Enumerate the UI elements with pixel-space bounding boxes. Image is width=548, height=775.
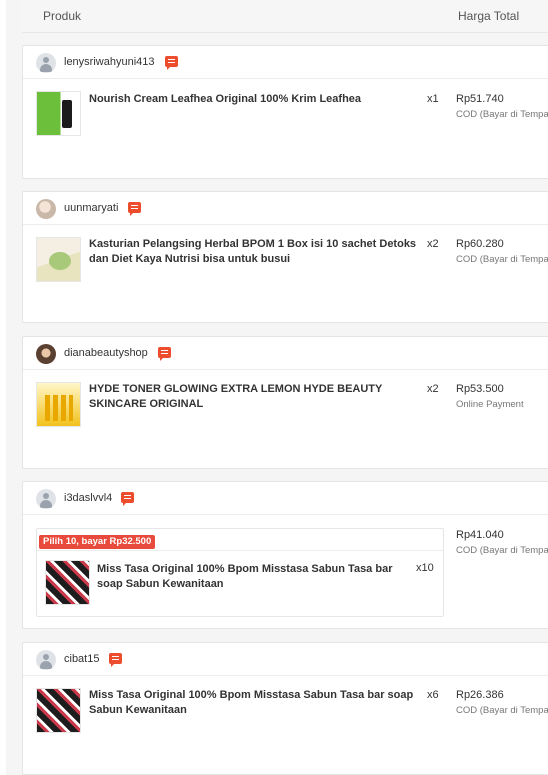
product-thumbnail[interactable] (36, 237, 81, 282)
product-name[interactable]: Kasturian Pelangsing Herbal BPOM 1 Box i… (89, 237, 429, 267)
order-card: uunmaryati Kasturian Pelangsing Herbal B… (22, 191, 548, 323)
chat-icon[interactable] (158, 347, 171, 361)
product-thumbnail[interactable] (36, 91, 81, 136)
avatar (36, 53, 56, 73)
product-quantity: x10 (416, 562, 434, 574)
order-total-price: Rp41.040 (456, 529, 504, 541)
order-total-price: Rp26.386 (456, 689, 504, 701)
payment-method: COD (Bayar di Tempat) (456, 705, 548, 716)
avatar (36, 199, 56, 219)
product-name[interactable]: HYDE TONER GLOWING EXTRA LEMON HYDE BEAU… (89, 382, 429, 412)
buyer-username[interactable]: lenysriwahyuni413 (64, 56, 155, 68)
bundle-deal-badge: Pilih 10, bayar Rp32.500 (39, 535, 156, 549)
avatar (36, 489, 56, 509)
order-card-header: uunmaryati (23, 192, 548, 225)
chat-icon[interactable] (109, 653, 122, 667)
order-card: cibat15 Miss Tasa Original 100% Bpom Mis… (22, 642, 548, 775)
order-card-header: cibat15 (23, 643, 548, 676)
avatar (36, 344, 56, 364)
bundle-deal-box: Pilih 10, bayar Rp32.500 Miss Tasa Origi… (36, 528, 444, 617)
avatar (36, 650, 56, 670)
order-total-price: Rp51.740 (456, 93, 504, 105)
buyer-username[interactable]: uunmaryati (64, 202, 118, 214)
product-name[interactable]: Miss Tasa Original 100% Bpom Misstasa Sa… (89, 688, 423, 718)
product-thumbnail[interactable] (36, 382, 81, 427)
chat-icon[interactable] (165, 56, 178, 70)
order-card-header: dianabeautyshop (23, 337, 548, 370)
product-thumbnail[interactable] (36, 688, 81, 733)
payment-method: COD (Bayar di Tempat) (456, 109, 548, 120)
order-card: i3daslvvl4 Pilih 10, bayar Rp32.500 Miss… (22, 481, 548, 629)
product-name[interactable]: Miss Tasa Original 100% Bpom Misstasa Sa… (97, 562, 413, 592)
payment-method: COD (Bayar di Tempat) (456, 545, 548, 556)
order-card: dianabeautyshop HYDE TONER GLOWING EXTRA… (22, 336, 548, 469)
payment-method: COD (Bayar di Tempat) (456, 254, 548, 265)
order-card: lenysriwahyuni413 Nourish Cream Leafhea … (22, 45, 548, 179)
buyer-username[interactable]: dianabeautyshop (64, 347, 148, 359)
order-total-price: Rp53.500 (456, 383, 504, 395)
product-quantity: x1 (427, 93, 439, 105)
left-panel-edge (0, 0, 6, 775)
order-card-header: i3daslvvl4 (23, 482, 548, 515)
order-card-header: lenysriwahyuni413 (23, 46, 548, 79)
buyer-username[interactable]: cibat15 (64, 653, 99, 665)
bundle-deal-header: Pilih 10, bayar Rp32.500 (37, 529, 443, 551)
product-thumbnail[interactable] (45, 560, 90, 605)
order-total-price: Rp60.280 (456, 238, 504, 250)
total-price-column-header: Harga Total (458, 9, 520, 23)
buyer-username[interactable]: i3daslvvl4 (64, 492, 112, 504)
chat-icon[interactable] (121, 492, 134, 506)
product-quantity: x2 (427, 383, 439, 395)
product-column-header: Produk (43, 9, 82, 23)
table-header: Produk Harga Total (22, 0, 548, 33)
product-quantity: x2 (427, 238, 439, 250)
product-quantity: x6 (427, 689, 439, 701)
chat-icon[interactable] (128, 202, 141, 216)
product-name[interactable]: Nourish Cream Leafhea Original 100% Krim… (89, 92, 419, 107)
payment-method: Online Payment (456, 399, 524, 410)
